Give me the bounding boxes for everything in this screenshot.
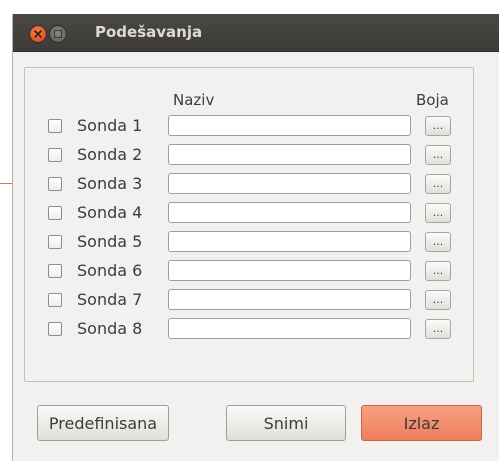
probe-name-input[interactable]: [168, 318, 411, 339]
probe-name-input[interactable]: [168, 289, 411, 310]
probe-label: Sonda 2: [77, 145, 143, 164]
table-row: Sonda 7...: [0, 289, 499, 313]
probe-color-button[interactable]: ...: [425, 261, 451, 281]
probe-checkbox[interactable]: [48, 293, 62, 307]
probe-name-input[interactable]: [168, 202, 411, 223]
predefined-button[interactable]: Predefinisana: [37, 405, 169, 441]
column-header-color: Boja: [416, 91, 449, 109]
desktop-background: Podešavanja Naziv Boja Sonda 1... Sonda 2…: [0, 0, 499, 461]
probe-color-button[interactable]: ...: [425, 174, 451, 194]
probe-name-input[interactable]: [168, 231, 411, 252]
probe-label: Sonda 1: [77, 116, 143, 135]
table-row: Sonda 1...: [0, 115, 499, 139]
save-button[interactable]: Snimi: [226, 405, 346, 441]
probe-name-input[interactable]: [168, 144, 411, 165]
probe-color-button[interactable]: ...: [425, 319, 451, 339]
probe-name-input[interactable]: [168, 260, 411, 281]
table-row: Sonda 5...: [0, 231, 499, 255]
table-row: Sonda 2...: [0, 144, 499, 168]
probe-color-button[interactable]: ...: [425, 203, 451, 223]
window-title: Podešavanja: [95, 23, 203, 41]
close-icon[interactable]: [30, 26, 46, 42]
probe-color-button[interactable]: ...: [425, 232, 451, 252]
table-row: Sonda 4...: [0, 202, 499, 226]
probe-checkbox[interactable]: [48, 206, 62, 220]
title-bar: Podešavanja: [13, 14, 499, 52]
table-row: Sonda 6...: [0, 260, 499, 284]
probe-checkbox[interactable]: [48, 119, 62, 133]
probe-checkbox[interactable]: [48, 177, 62, 191]
table-row: Sonda 3...: [0, 173, 499, 197]
probe-color-button[interactable]: ...: [425, 290, 451, 310]
probe-label: Sonda 7: [77, 290, 143, 309]
probe-label: Sonda 5: [77, 232, 143, 251]
probe-checkbox[interactable]: [48, 148, 62, 162]
probe-label: Sonda 8: [77, 319, 143, 338]
probe-name-input[interactable]: [168, 173, 411, 194]
probe-checkbox[interactable]: [48, 235, 62, 249]
probe-label: Sonda 3: [77, 174, 143, 193]
probe-label: Sonda 4: [77, 203, 143, 222]
probe-checkbox[interactable]: [48, 264, 62, 278]
probe-color-button[interactable]: ...: [425, 145, 451, 165]
probe-name-input[interactable]: [168, 115, 411, 136]
table-row: Sonda 8...: [0, 318, 499, 342]
column-header-name: Naziv: [173, 91, 215, 109]
probe-label: Sonda 6: [77, 261, 143, 280]
probe-color-button[interactable]: ...: [425, 116, 451, 136]
exit-button[interactable]: Izlaz: [361, 405, 482, 441]
maximize-icon[interactable]: [50, 26, 66, 42]
probe-checkbox[interactable]: [48, 322, 62, 336]
